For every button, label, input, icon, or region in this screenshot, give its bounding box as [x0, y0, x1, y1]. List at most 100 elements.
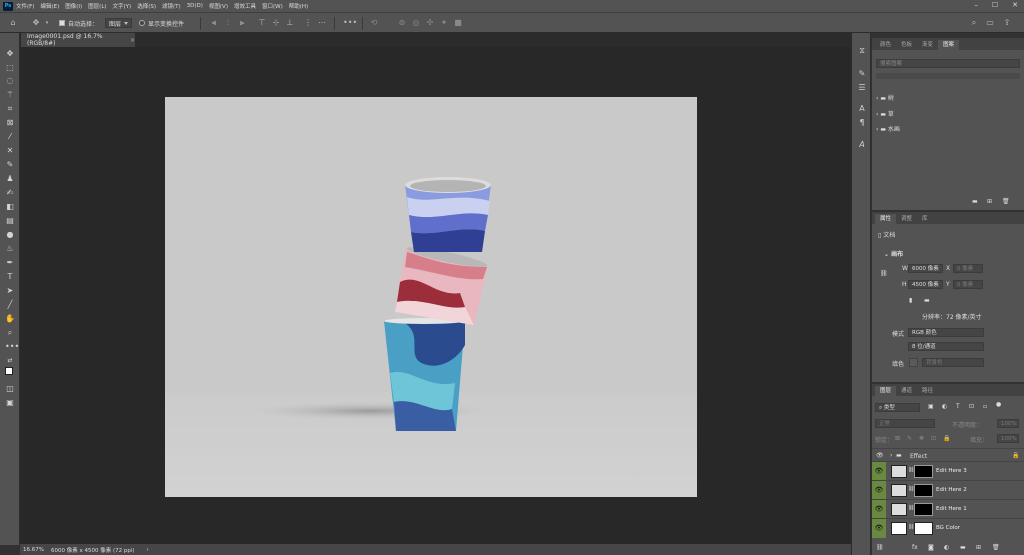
height-field[interactable]: 4500 像素 — [908, 280, 943, 289]
document-tab[interactable]: Image0001.psd @ 16.7%(RGB/8#) × — [21, 33, 135, 47]
menu-filter[interactable]: 滤镜(T) — [162, 2, 181, 10]
visibility-eye-icon[interactable]: 👁 — [872, 481, 886, 500]
magic-wand-tool-icon[interactable]: ⚚ — [5, 90, 15, 99]
layer-mask-thumbnail[interactable] — [914, 522, 933, 535]
menu-edit[interactable]: 编辑(E) — [40, 2, 59, 10]
adjustment-layer-icon[interactable]: ◐ — [944, 544, 949, 551]
menu-3d[interactable]: 3D(D) — [187, 3, 203, 9]
tab-properties[interactable]: 属性 — [875, 214, 897, 224]
tab-libraries[interactable]: 库 — [917, 214, 933, 224]
3d-roll-icon[interactable]: ◎ — [412, 19, 420, 27]
filter-smart-icon[interactable]: ▫ — [983, 403, 987, 410]
layer-mask-thumbnail[interactable] — [914, 484, 933, 497]
menu-plugins[interactable]: 增效工具 — [234, 2, 256, 10]
filter-type-icon[interactable]: T — [956, 403, 960, 410]
menu-select[interactable]: 选择(S) — [137, 2, 156, 10]
lock-all-icon[interactable]: 🔒 — [943, 435, 950, 442]
swap-colors-icon[interactable]: ⇄ — [5, 356, 15, 365]
tab-paths[interactable]: 路径 — [917, 386, 938, 396]
more-tools-icon[interactable]: ••• — [5, 342, 19, 351]
visibility-eye-icon[interactable]: 👁 — [872, 462, 886, 481]
checkbox-icon[interactable] — [139, 20, 145, 26]
distribute-icon[interactable]: ⋮ — [304, 19, 312, 27]
crop-tool-icon[interactable]: ⌗ — [5, 104, 15, 113]
brush-tool-icon[interactable]: ✎ — [5, 160, 15, 169]
blend-mode-dropdown[interactable]: 正常 — [875, 419, 935, 428]
checkbox-checked-icon[interactable] — [59, 20, 65, 26]
healing-tool-icon[interactable]: ✕ — [5, 146, 15, 155]
layer-row[interactable]: 👁 ⛓ Edit Here 3 — [872, 461, 1024, 481]
layer-group-effect[interactable]: 👁 › ▬ Effect 🔒 — [872, 448, 1024, 462]
delete-icon[interactable]: 🗑 — [1002, 198, 1010, 205]
close-tab-icon[interactable]: × — [130, 37, 135, 44]
filter-shape-icon[interactable]: ⊡ — [969, 403, 974, 410]
align-top-icon[interactable]: ⊤ — [258, 19, 266, 27]
move-tool-icon[interactable]: ✥ — [32, 19, 40, 27]
3d-pan-icon[interactable]: ✣ — [426, 19, 434, 27]
chevron-right-icon[interactable]: › — [876, 95, 878, 102]
zoom-tool-icon[interactable]: ⌕ — [5, 328, 15, 337]
filter-toggle-icon[interactable]: ● — [996, 401, 1001, 408]
fill-field[interactable]: 100% — [997, 434, 1019, 443]
blur-tool-icon[interactable]: ● — [5, 230, 15, 239]
menu-type[interactable]: 文字(Y) — [113, 2, 132, 10]
dodge-tool-icon[interactable]: ♨ — [5, 244, 15, 253]
tab-swatches[interactable]: 色板 — [896, 40, 917, 50]
3d-mode-icon[interactable]: ⟲ — [370, 19, 378, 27]
character-icon[interactable]: A — [857, 104, 867, 113]
pen-tool-icon[interactable]: ✒ — [5, 258, 15, 267]
fill-color-swatch[interactable] — [909, 358, 918, 367]
path-select-tool-icon[interactable]: ➤ — [5, 286, 15, 295]
visibility-eye-icon[interactable]: 👁 — [876, 452, 884, 459]
delete-layer-icon[interactable]: 🗑 — [992, 544, 1000, 551]
marquee-tool-icon[interactable]: ⬚ — [5, 63, 15, 72]
lock-artboard-icon[interactable]: ⊡ — [931, 435, 936, 442]
filter-pixel-icon[interactable]: ▣ — [928, 403, 934, 410]
mode-dropdown[interactable]: RGB 颜色 — [908, 328, 984, 337]
share-icon[interactable]: ⇪ — [1003, 19, 1011, 27]
layer-row[interactable]: 👁 ⛓ BG Color — [872, 518, 1024, 538]
align-middle-icon[interactable]: ⊹ — [272, 19, 280, 27]
lock-pixels-icon[interactable]: ✎ — [907, 435, 912, 442]
gradient-tool-icon[interactable]: ▤ — [5, 216, 15, 225]
new-layer-icon[interactable]: ⊞ — [976, 544, 981, 551]
hand-tool-icon[interactable]: ✋ — [5, 314, 15, 323]
adjust-icon[interactable]: ☰ — [857, 83, 867, 92]
tab-gradients[interactable]: 渐变 — [917, 40, 938, 50]
tab-color[interactable]: 颜色 — [875, 40, 896, 50]
layer-style-icon[interactable]: fx — [912, 544, 918, 551]
portrait-orientation-icon[interactable]: ▮ — [909, 297, 912, 304]
search-icon[interactable]: ⌕ — [970, 19, 978, 27]
filter-adjust-icon[interactable]: ◐ — [942, 403, 947, 410]
align-right-icon[interactable]: ⫸ — [238, 19, 246, 27]
pattern-group-water[interactable]: › ▬ 水画 — [876, 124, 900, 133]
3d-slide-icon[interactable]: ✦ — [440, 19, 448, 27]
auto-select-dropdown[interactable]: 图层 — [105, 18, 133, 28]
chevron-down-icon[interactable]: ⌄ — [884, 251, 889, 258]
type-tool-icon[interactable]: T — [5, 272, 15, 281]
stamp-tool-icon[interactable]: ♟ — [5, 174, 15, 183]
eraser-tool-icon[interactable]: ◧ — [5, 202, 15, 211]
menu-file[interactable]: 文件(F) — [16, 2, 34, 10]
brush-settings-icon[interactable]: ✎ — [857, 69, 867, 78]
menu-image[interactable]: 图像(I) — [65, 2, 82, 10]
link-icon[interactable]: ⛓ — [880, 270, 888, 277]
tab-layers[interactable]: 图层 — [875, 386, 897, 396]
visibility-eye-icon[interactable]: 👁 — [872, 500, 886, 519]
layer-filter-dropdown[interactable]: ⌕ 类型 — [875, 403, 920, 412]
maximize-icon[interactable]: ☐ — [992, 1, 998, 9]
auto-select-checkbox[interactable]: 自动选择： — [59, 17, 98, 29]
lock-position-icon[interactable]: ✥ — [919, 435, 924, 442]
tab-patterns[interactable]: 图案 — [938, 40, 960, 50]
line-tool-icon[interactable]: ╱ — [5, 300, 15, 309]
3d-rotate-icon[interactable]: ⊛ — [398, 19, 406, 27]
x-field[interactable]: 0 像素 — [953, 264, 983, 273]
move-tool-icon[interactable]: ✥ — [5, 49, 15, 58]
paragraph-icon[interactable]: ¶ — [857, 118, 867, 127]
tab-channels[interactable]: 通道 — [896, 386, 917, 396]
fill-color-dropdown[interactable]: 背景色 — [922, 358, 984, 367]
lasso-tool-icon[interactable]: ◌ — [5, 76, 15, 85]
menu-layer[interactable]: 图层(L) — [88, 2, 106, 10]
menu-help[interactable]: 帮助(H) — [289, 2, 308, 10]
y-field[interactable]: 0 像素 — [953, 280, 983, 289]
